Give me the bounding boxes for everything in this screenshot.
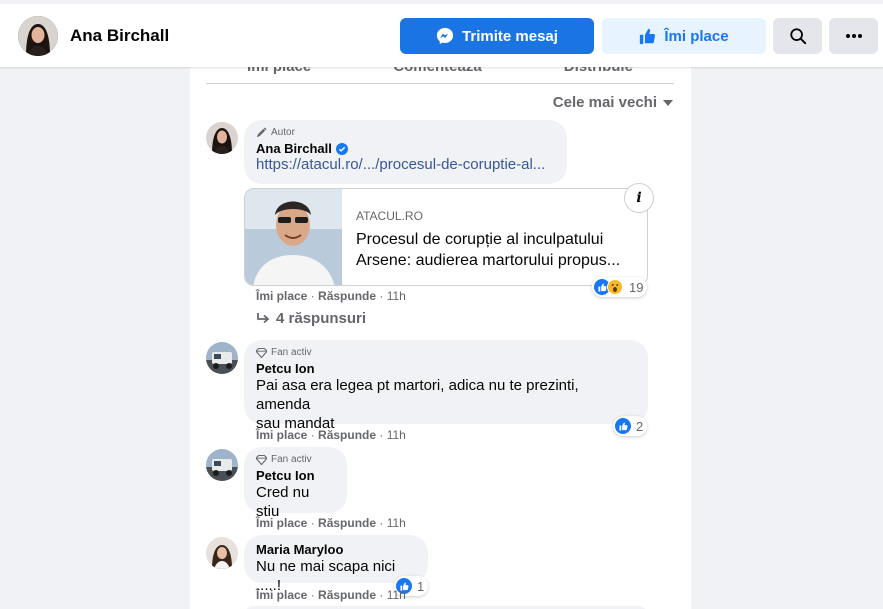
author-name[interactable]: Ana Birchall [256, 141, 332, 156]
like-reaction-icon [615, 418, 631, 434]
comment-meta: Îmi place · Răspunde · 11h [256, 588, 406, 602]
comment-avatar[interactable] [206, 537, 238, 569]
comment-like-link[interactable]: Îmi place [256, 516, 307, 530]
diamond-icon [256, 454, 267, 465]
send-message-button[interactable]: Trimite mesaj [400, 18, 594, 54]
page-like-label: Îmi place [664, 27, 729, 45]
comment-avatar[interactable] [206, 342, 238, 374]
messenger-icon [436, 27, 454, 45]
link-thumbnail-image [245, 189, 342, 285]
badge-label: Autor [271, 127, 295, 138]
comment-bubble: Fan activ Petcu Ion Pai asa era legea pt… [244, 340, 648, 432]
author-name[interactable]: Petcu Ion [256, 468, 335, 483]
reaction-count: 19 [629, 279, 644, 295]
search-button[interactable] [773, 18, 822, 54]
fan-badge: Fan activ [256, 454, 335, 465]
comment-meta: Îmi place · Răspunde · 11h [256, 516, 406, 530]
page-name[interactable]: Ana Birchall [70, 26, 169, 46]
badge-label: Fan activ [271, 454, 312, 465]
page-like-button[interactable]: Îmi place [602, 18, 766, 54]
comment-time[interactable]: 11h [387, 428, 406, 442]
chevron-down-icon [663, 99, 673, 106]
comment-like-link[interactable]: Îmi place [256, 428, 307, 442]
comment-reply-link[interactable]: Răspunde [318, 428, 376, 442]
replies-count-label: 4 răspunsuri [276, 310, 367, 327]
fan-badge: Fan activ [256, 347, 636, 358]
comment-time[interactable]: 11h [387, 588, 406, 602]
info-icon[interactable]: i [624, 183, 654, 213]
comment-reply-link[interactable]: Răspunde [318, 289, 376, 303]
comment-time[interactable]: 11h [387, 516, 406, 530]
comment-bubble: Fan activ Petcu Ion Cred nu stiu [244, 447, 347, 520]
comment-like-link[interactable]: Îmi place [256, 588, 307, 602]
link-title[interactable]: Procesul de corupție al inculpatului Ars… [356, 229, 638, 271]
comment-time[interactable]: 11h [387, 289, 406, 303]
link-title-line: Procesul de corupție al inculpatului [356, 231, 604, 248]
author-name[interactable]: Petcu Ion [256, 361, 636, 376]
thumbs-up-icon [639, 28, 656, 45]
comment-author[interactable]: Ana Birchall [256, 141, 555, 156]
comment-avatar[interactable] [206, 122, 238, 154]
wow-reaction-icon [607, 279, 623, 295]
page-avatar[interactable] [18, 16, 58, 56]
comment-reply-link[interactable]: Răspunde [318, 588, 376, 602]
comment-reply-link[interactable]: Răspunde [318, 516, 376, 530]
top-divider [0, 0, 883, 4]
comment-meta: Îmi place · Răspunde · 11h [256, 428, 406, 442]
reaction-summary[interactable]: 19 [592, 277, 648, 297]
comment-avatar[interactable] [206, 449, 238, 481]
search-icon [789, 27, 807, 45]
author-name[interactable]: Maria Maryloo [256, 542, 416, 557]
diamond-icon [256, 347, 267, 358]
post-card: Îmi place Comentează Distribuie Cele mai… [190, 30, 691, 609]
reaction-count: 1 [417, 578, 425, 594]
pencil-icon [256, 127, 267, 138]
comment-like-link[interactable]: Îmi place [256, 289, 307, 303]
reply-arrow-icon [256, 312, 270, 325]
comment-meta: Îmi place · Răspunde · 11h [256, 289, 406, 303]
badge-label: Fan activ [271, 347, 312, 358]
link-preview-card[interactable]: ATACUL.RO Procesul de corupție al inculp… [244, 188, 648, 286]
comment-link[interactable]: https://atacul.ro/.../procesul-de-corupt… [256, 156, 555, 173]
verified-icon [335, 142, 348, 155]
link-domain: ATACUL.RO [356, 209, 423, 223]
reaction-summary[interactable]: 2 [613, 416, 648, 436]
author-badge: Autor [256, 127, 555, 138]
comment-bubble: Autor Ana Birchall https://atacul.ro/...… [244, 120, 567, 184]
sort-label: Cele mai vechi [552, 94, 657, 111]
view-replies-link[interactable]: 4 răspunsuri [256, 310, 366, 327]
comment-sort-dropdown[interactable]: Cele mai vechi [553, 94, 673, 111]
more-options-button[interactable] [829, 18, 878, 54]
send-message-label: Trimite mesaj [462, 27, 558, 45]
page-header: Ana Birchall Trimite mesaj Îmi place [0, 0, 883, 67]
comment-text: Pai asa era legea pt martori, adica nu t… [256, 377, 579, 413]
link-title-line: Arsene: audierea martorului propus... [356, 252, 621, 269]
reaction-count: 2 [636, 418, 644, 434]
more-dots-icon [845, 34, 862, 38]
